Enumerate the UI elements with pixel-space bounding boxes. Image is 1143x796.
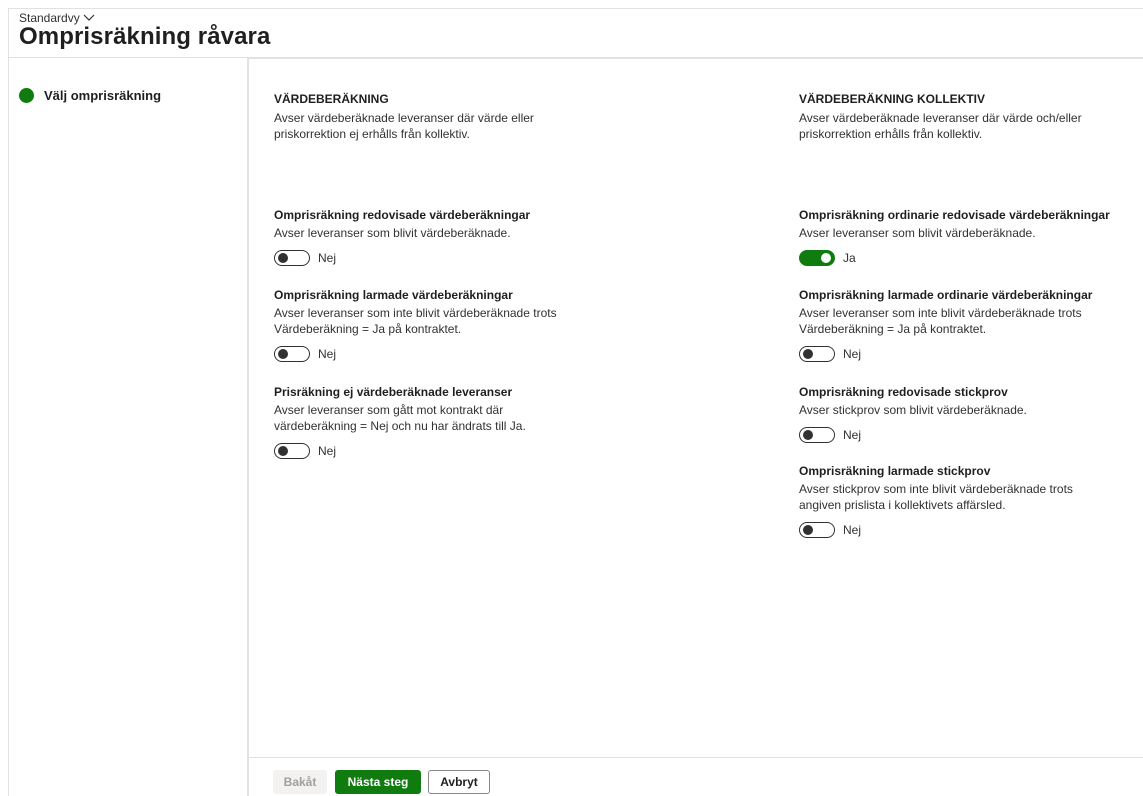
toggle-row: Ja — [799, 250, 1139, 266]
toggle-switch[interactable] — [799, 522, 835, 538]
field-omprisrakning-larmade-ordinarie: Omprisräkning larmade ordinarie värdeber… — [799, 287, 1119, 362]
field-omprisrakning-larmade: Omprisräkning larmade värdeberäkningar A… — [274, 287, 594, 362]
step-label: Välj omprisräkning — [44, 88, 162, 103]
field-omprisrakning-larmade-stickprov: Omprisräkning larmade stickprov Avser st… — [799, 463, 1109, 538]
section-vardeberakning-kollektiv: VÄRDEBERÄKNING KOLLEKTIV Avser värdeberä… — [799, 91, 1099, 142]
section-description: Avser värdeberäknade leveranser där värd… — [799, 111, 1082, 141]
page-title: Omprisräkning råvara — [19, 23, 271, 50]
field-description: Avser leveranser som gått mot kontrakt d… — [274, 403, 526, 433]
toggle-row: Nej — [799, 427, 1139, 443]
toggle-state-label: Ja — [843, 251, 856, 265]
chevron-down-icon — [83, 14, 95, 21]
field-title: Omprisräkning ordinarie redovisade värde… — [799, 208, 1110, 222]
cancel-button[interactable]: Avbryt — [428, 770, 490, 794]
toggle-switch[interactable] — [274, 250, 310, 266]
toggle-state-label: Nej — [318, 347, 337, 361]
toggle-row: Nej — [274, 250, 614, 266]
step-status-icon — [19, 88, 34, 103]
toggle-knob — [803, 349, 813, 359]
toggle-knob — [803, 525, 813, 535]
field-omprisrakning-ordinarie-redovisade: Omprisräkning ordinarie redovisade värde… — [799, 207, 1139, 266]
toggle-knob — [278, 349, 288, 359]
page-header: Standardvy Omprisräkning råvara — [8, 8, 1143, 58]
toggle-knob — [803, 430, 813, 440]
toggle-row: Nej — [799, 522, 1109, 538]
toggle-row: Nej — [274, 443, 564, 459]
field-title: Omprisräkning larmade värdeberäkningar — [274, 288, 513, 302]
toggle-state-label: Nej — [318, 251, 337, 265]
field-omprisrakning-redovisade: Omprisräkning redovisade värdeberäkninga… — [274, 207, 614, 266]
toggle-switch[interactable] — [799, 346, 835, 362]
field-title: Omprisräkning larmade ordinarie värdeber… — [799, 288, 1093, 302]
main-content: VÄRDEBERÄKNING Avser värdeberäknade leve… — [249, 58, 1143, 758]
field-prisrakning-ej-vardeberaknade: Prisräkning ej värdeberäknade leveranser… — [274, 384, 564, 459]
toggle-row: Nej — [274, 346, 594, 362]
step-sidebar: Välj omprisräkning — [8, 58, 249, 796]
toggle-switch[interactable] — [799, 427, 835, 443]
sidebar-step-valj-omprisrakning[interactable]: Välj omprisräkning — [19, 88, 161, 103]
field-description: Avser leveranser som inte blivit värdebe… — [799, 306, 1082, 336]
field-description: Avser leveranser som blivit värdeberäkna… — [799, 226, 1036, 240]
toggle-switch[interactable] — [274, 346, 310, 362]
toggle-switch[interactable] — [799, 250, 835, 266]
field-description: Avser leveranser som inte blivit värdebe… — [274, 306, 557, 336]
toggle-knob — [278, 446, 288, 456]
back-button[interactable]: Bakåt — [273, 770, 327, 794]
section-heading: VÄRDEBERÄKNING — [274, 92, 389, 106]
toggle-row: Nej — [799, 346, 1119, 362]
field-description: Avser stickprov som blivit värdeberäknad… — [799, 403, 1027, 417]
next-step-button[interactable]: Nästa steg — [335, 770, 421, 794]
toggle-knob — [821, 253, 831, 263]
toggle-state-label: Nej — [843, 428, 862, 442]
field-title: Prisräkning ej värdeberäknade leveranser — [274, 385, 513, 399]
toggle-switch[interactable] — [274, 443, 310, 459]
toggle-state-label: Nej — [318, 444, 337, 458]
section-heading: VÄRDEBERÄKNING KOLLEKTIV — [799, 92, 986, 106]
wizard-footer: Bakåt Nästa steg Avbryt — [249, 758, 1143, 796]
field-omprisrakning-redovisade-stickprov: Omprisräkning redovisade stickprov Avser… — [799, 384, 1139, 443]
field-title: Omprisräkning larmade stickprov — [799, 464, 991, 478]
field-title: Omprisräkning redovisade stickprov — [799, 385, 1008, 399]
field-title: Omprisräkning redovisade värdeberäkninga… — [274, 208, 531, 222]
toggle-knob — [278, 253, 288, 263]
section-description: Avser värdeberäknade leveranser där värd… — [274, 111, 534, 141]
section-vardeberakning: VÄRDEBERÄKNING Avser värdeberäknade leve… — [274, 91, 604, 142]
field-description: Avser stickprov som inte blivit värdeber… — [799, 482, 1073, 512]
toggle-state-label: Nej — [843, 523, 862, 537]
field-description: Avser leveranser som blivit värdeberäkna… — [274, 226, 511, 240]
toggle-state-label: Nej — [843, 347, 862, 361]
